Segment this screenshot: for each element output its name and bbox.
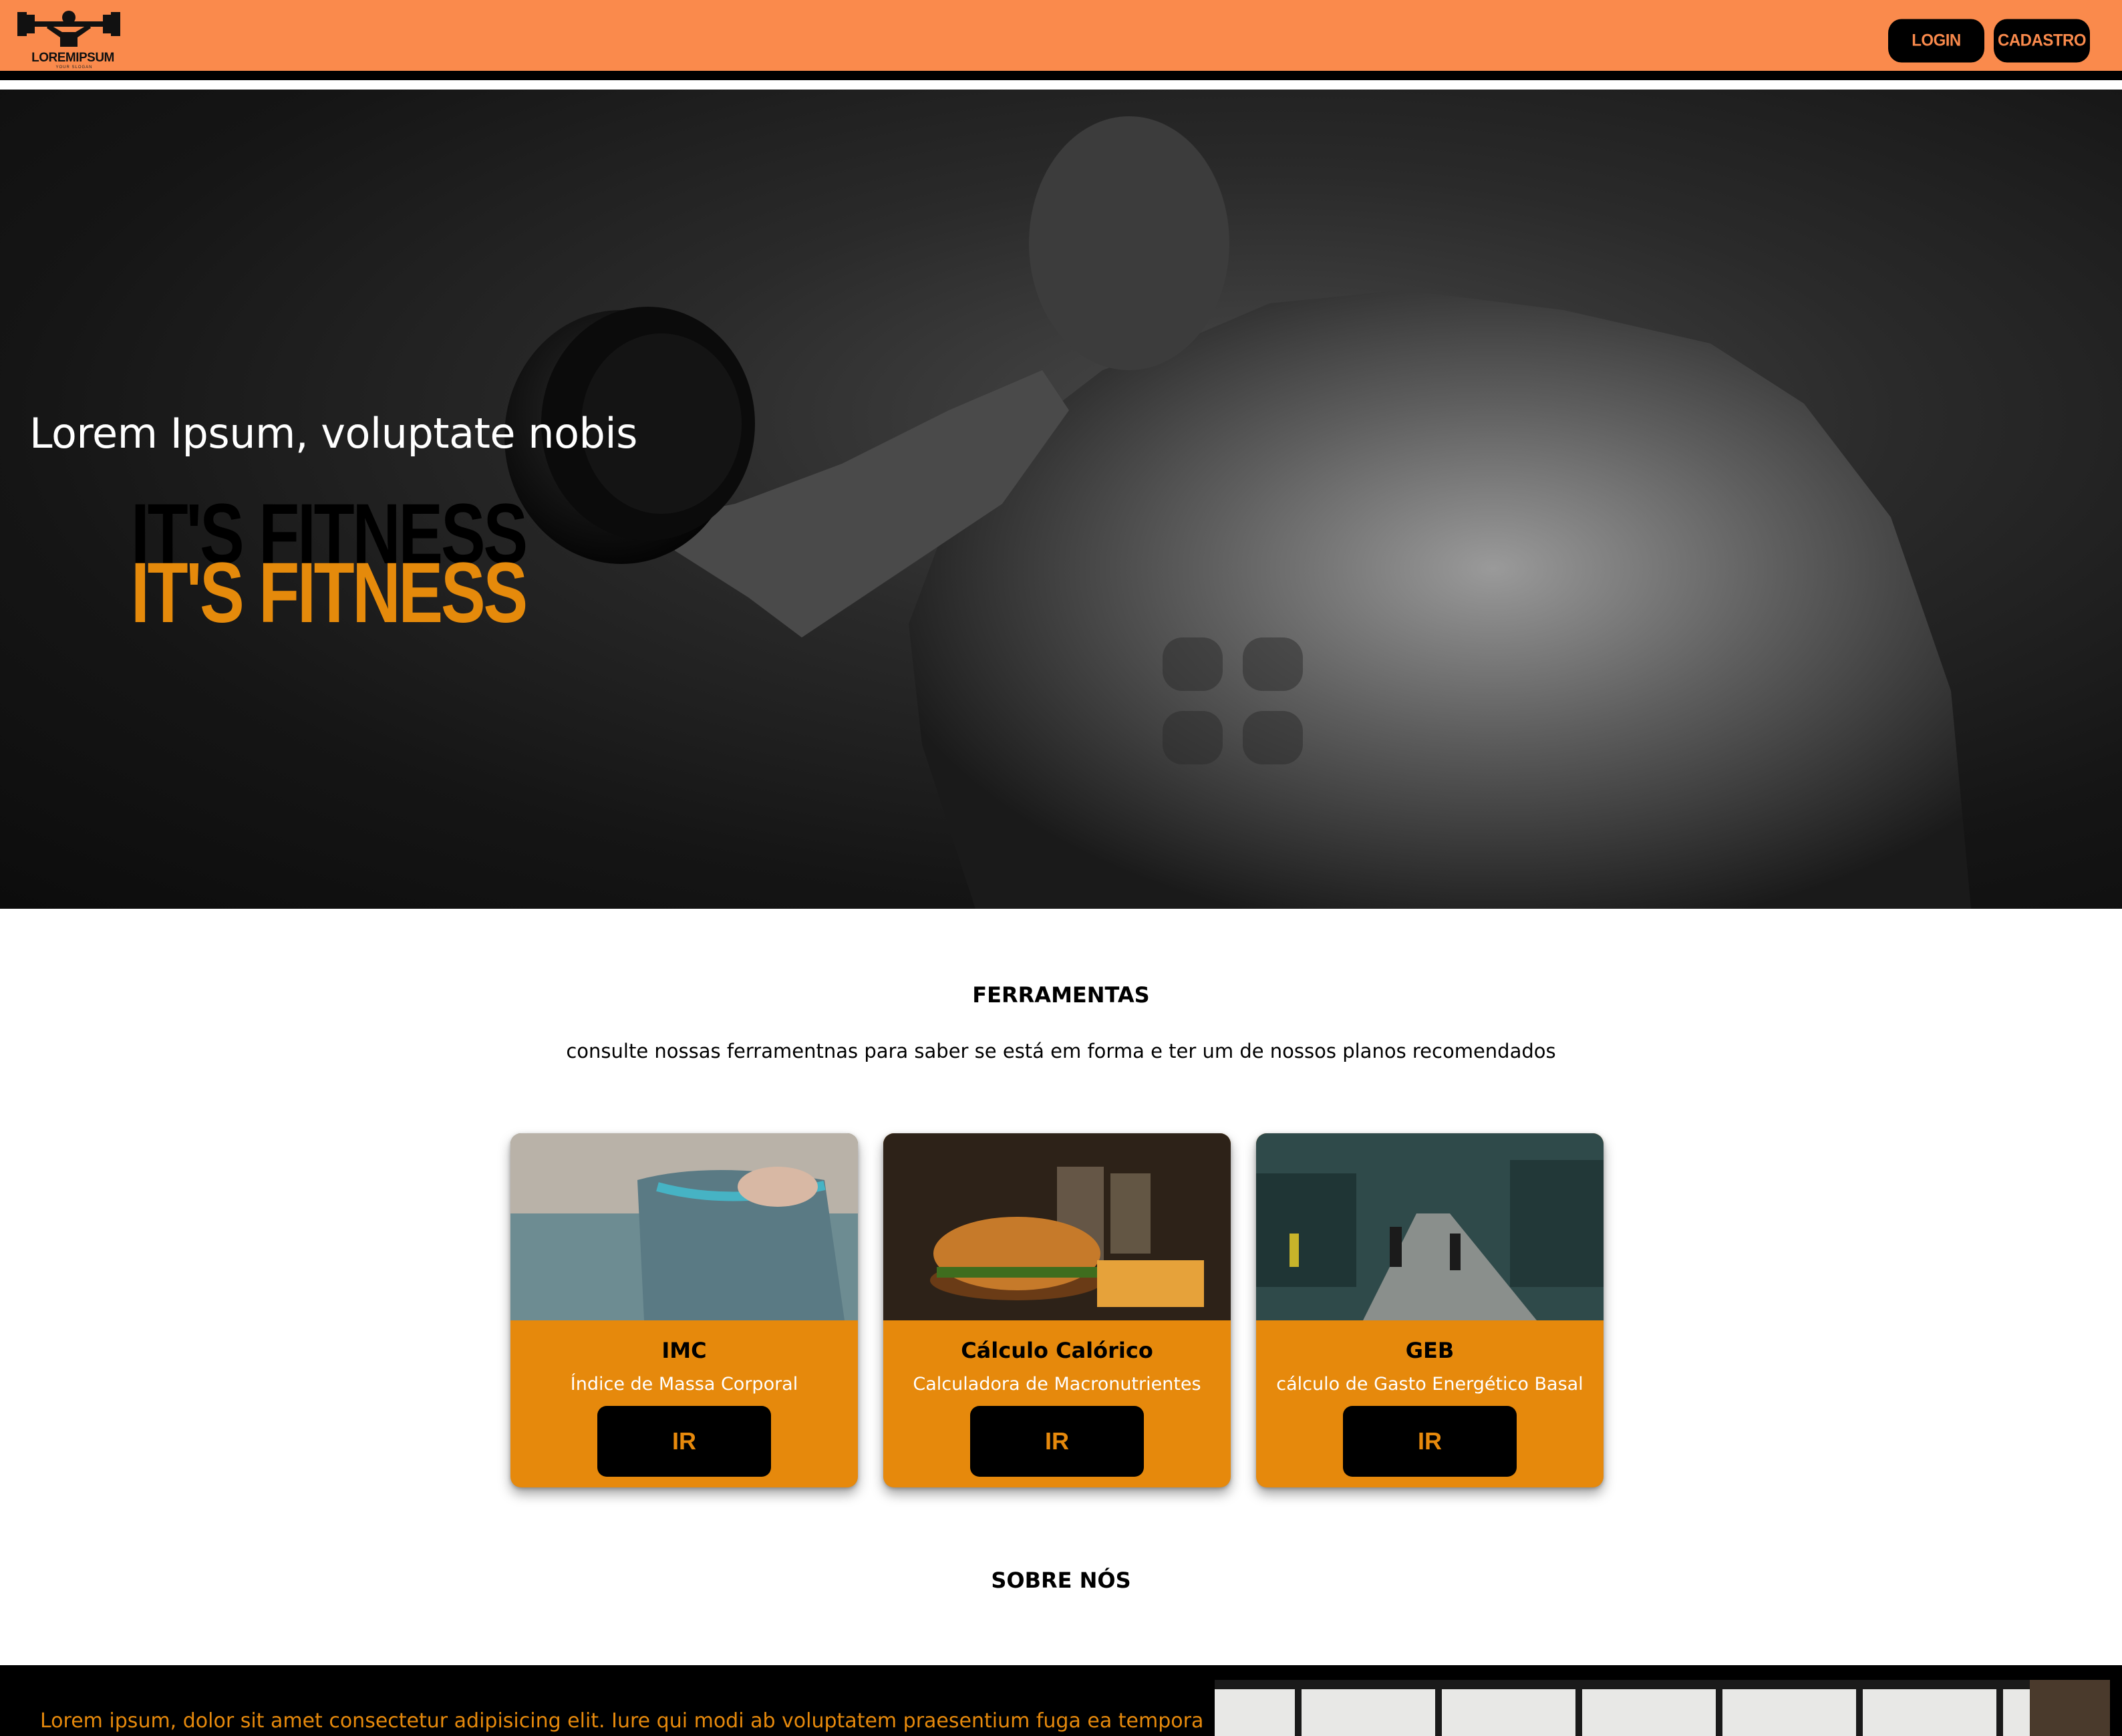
burger-fries-image [883, 1133, 1231, 1320]
signup-button[interactable]: CADASTRO [1994, 19, 2090, 63]
geb-go-button[interactable]: IR [1343, 1406, 1517, 1477]
about-text: Lorem ipsum, dolor sit amet consectetur … [40, 1709, 1204, 1733]
gym-interior-image [1215, 1680, 2110, 1736]
imc-go-button[interactable]: IR [597, 1406, 771, 1477]
weightlifter-barbell-icon [17, 11, 120, 47]
logo-text: LOREMIPSUM [31, 51, 114, 65]
about-section-title: SOBRE NÓS [991, 1568, 1131, 1593]
street-runners-image [1256, 1133, 1604, 1320]
card-subtitle: Índice de Massa Corporal [570, 1374, 798, 1395]
tools-section-description: consulte nossas ferramentnas para saber … [566, 1040, 1556, 1062]
top-navigation-bar: LOREMIPSUM YOUR SLOGAN LOGIN CADASTRO [0, 0, 2122, 80]
tool-card-geb: GEB cálculo de Gasto Energético Basal IR [1256, 1133, 1604, 1487]
waist-measurement-image [510, 1133, 858, 1320]
card-title: GEB [1405, 1338, 1455, 1363]
site-logo[interactable]: LOREMIPSUM YOUR SLOGAN [12, 5, 126, 72]
tools-section-title: FERRAMENTAS [972, 982, 1150, 1008]
card-subtitle: Calculadora de Macronutrientes [913, 1374, 1201, 1395]
calorie-go-button[interactable]: IR [970, 1406, 1144, 1477]
about-section: Lorem ipsum, dolor sit amet consectetur … [0, 1665, 2122, 1736]
card-title: IMC [661, 1338, 707, 1363]
tool-card-imc: IMC Índice de Massa Corporal IR [510, 1133, 858, 1487]
card-title: Cálculo Calórico [961, 1338, 1153, 1363]
hero-banner: Lorem Ipsum, voluptate nobis IT'S FITNES… [0, 90, 2122, 909]
hero-subtitle: Lorem Ipsum, voluptate nobis [29, 409, 637, 458]
login-button[interactable]: LOGIN [1888, 19, 1984, 63]
logo-slogan: YOUR SLOGAN [55, 65, 93, 69]
tool-card-calorie: Cálculo Calórico Calculadora de Macronut… [883, 1133, 1231, 1487]
card-subtitle: cálculo de Gasto Energético Basal [1276, 1374, 1583, 1395]
hero-title: IT'S FITNESS [131, 545, 528, 641]
